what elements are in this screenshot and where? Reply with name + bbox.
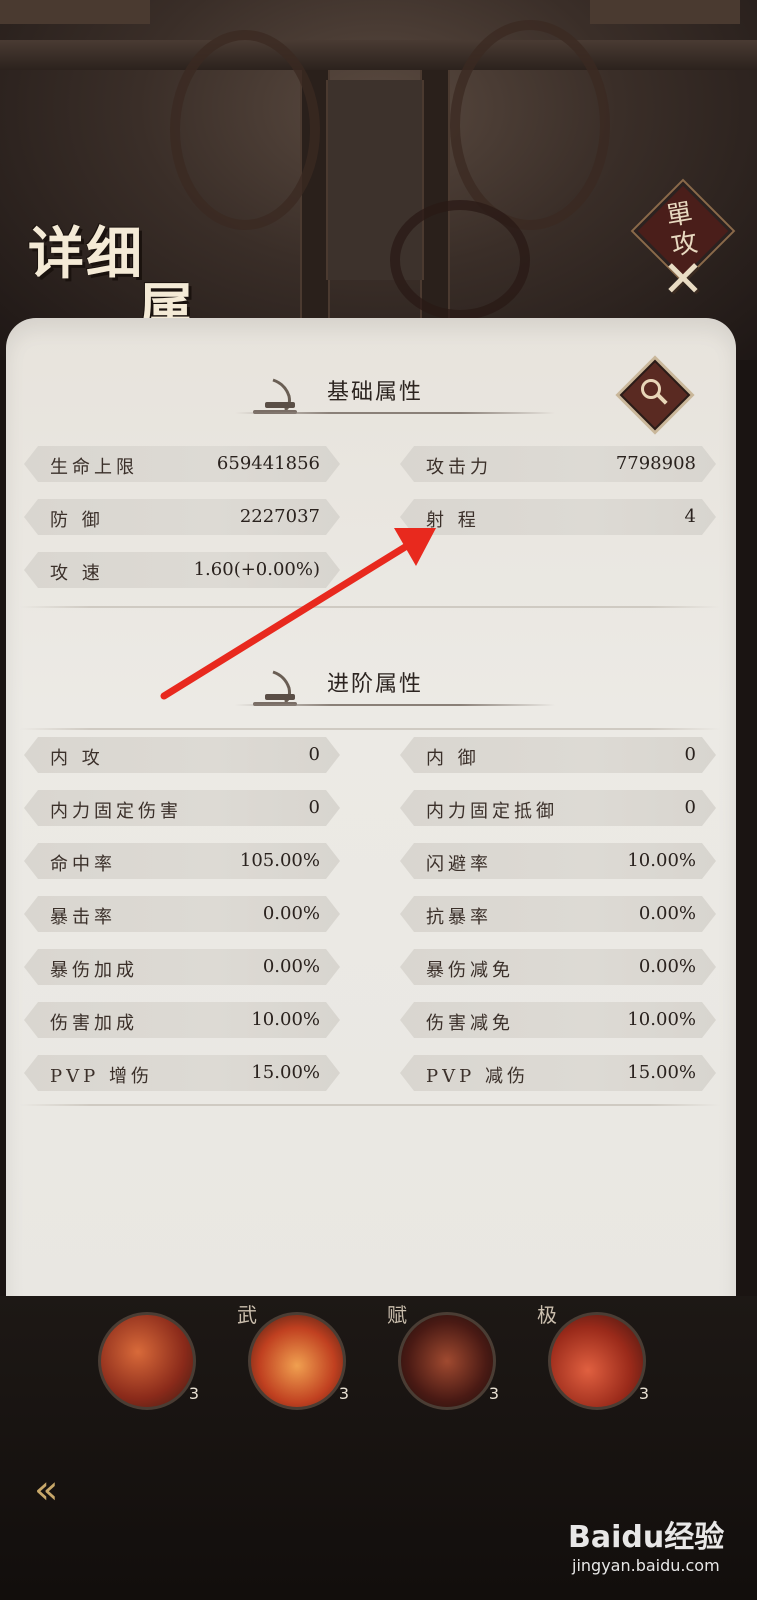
watermark: Baidu经验 jingyan.baidu.com [568, 1512, 724, 1575]
skill-level: 3 [188, 1384, 199, 1403]
watermark-site: jingyan.baidu.com [572, 1556, 720, 1575]
skill-level: 3 [638, 1384, 649, 1403]
skill-slot[interactable]: 赋 3 [387, 1303, 499, 1410]
back-arrow-icon: « [34, 1467, 59, 1513]
skill-badge: 极 [537, 1303, 557, 1327]
skill-slot[interactable]: 极 3 [537, 1303, 649, 1410]
back-button[interactable]: « [34, 1470, 94, 1510]
skill-level: 3 [338, 1384, 349, 1403]
skill-slot[interactable]: 武 3 [237, 1303, 349, 1410]
skill-badge: 武 [237, 1303, 257, 1327]
skill-level: 3 [488, 1384, 499, 1403]
watermark-brand: Baidu经验 [568, 1520, 725, 1555]
skill-slot[interactable]: 3 [98, 1312, 199, 1410]
skill-badge: 赋 [387, 1303, 407, 1327]
